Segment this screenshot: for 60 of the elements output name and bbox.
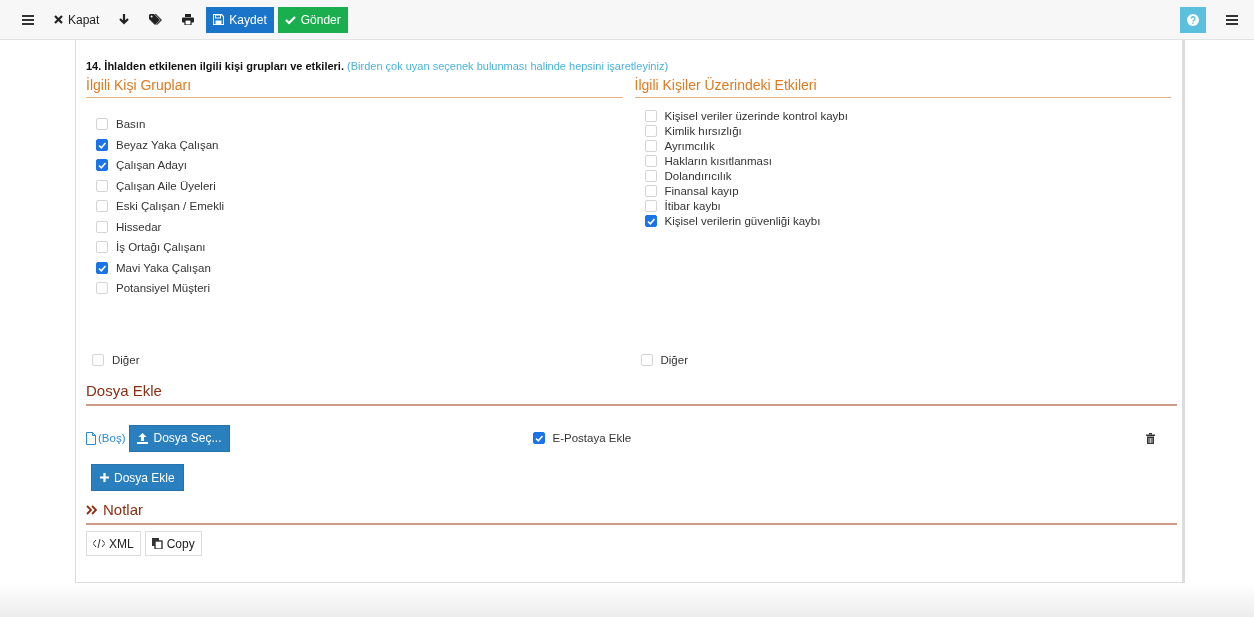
column-heading: İlgili Kişiler Üzerindeki Etkileri — [634, 72, 1171, 98]
menu-icon — [1226, 14, 1238, 25]
checkbox[interactable] — [96, 261, 108, 274]
file-link[interactable]: (Boş) — [86, 431, 126, 445]
check-icon — [97, 160, 107, 170]
double-chevron-icon — [86, 504, 97, 515]
checkbox[interactable] — [96, 138, 108, 151]
option-label: İş Ortağı Çalışanı — [116, 241, 206, 253]
option-label: Finansal kayıp — [664, 185, 739, 197]
printer-icon — [182, 14, 195, 25]
question-hint: (Birden çok uyan seçenek bulunması halinde hepsini işaretleyiniz) — [347, 60, 669, 72]
check-icon — [533, 433, 544, 443]
option-label: Diğer — [660, 354, 688, 366]
close-icon — [54, 15, 63, 24]
option-label: Çalışan Adayı — [116, 159, 187, 171]
close-button[interactable]: Kapat — [46, 6, 108, 33]
checkbox[interactable] — [644, 215, 657, 227]
column-heading: İlgili Kişi Grupları — [86, 72, 623, 98]
send-button[interactable]: Gönder — [277, 6, 348, 33]
option-label: Eski Çalışan / Emekli — [116, 200, 224, 212]
choose-file-button[interactable]: Dosya Seç... — [129, 424, 230, 452]
save-button[interactable]: Kaydet — [206, 6, 274, 33]
checkbox[interactable] — [532, 432, 545, 444]
section-heading: Dosya Ekle — [86, 366, 1177, 406]
option-label: Çalışan Aile Üyeleri — [116, 179, 216, 192]
copy-button[interactable]: Copy — [144, 531, 202, 556]
help-button[interactable] — [1180, 6, 1206, 33]
check-icon — [645, 216, 656, 226]
add-file-button[interactable]: Dosya Ekle — [91, 464, 184, 491]
menu-icon — [22, 14, 34, 25]
down-arrow-icon — [119, 14, 130, 25]
option-label: E-Postaya Ekle — [552, 432, 632, 444]
option-label: Diğer — [112, 354, 140, 366]
check-icon — [284, 14, 296, 25]
upload-icon — [137, 432, 149, 444]
option-label: Ayrımcılık — [664, 140, 715, 152]
tags-icon — [149, 14, 163, 25]
question-title: 14. İhlalden etkilenen ilgili kişi grupları ve etkileri. — [86, 60, 344, 72]
trash-icon — [1146, 432, 1155, 444]
option-label: İtibar kaybı — [664, 200, 721, 212]
option-label: Kişisel veriler üzerinde kontrol kaybı — [664, 110, 848, 122]
help-icon — [1187, 13, 1199, 26]
option-label: Kimlik hırsızlığı — [664, 125, 742, 137]
section-heading[interactable]: Notlar — [86, 491, 1177, 525]
code-icon — [93, 539, 105, 548]
option-label: Hissedar — [116, 220, 162, 233]
option-label: Potansiyel Müşteri — [116, 282, 210, 294]
option-label: Mavi Yaka Çalışan — [116, 261, 211, 274]
save-icon — [213, 14, 225, 25]
xml-button[interactable]: XML — [86, 531, 141, 556]
option-label: Kişisel verilerin güvenliği kaybı — [664, 215, 821, 227]
file-icon — [86, 431, 96, 445]
option-label: Basın — [116, 118, 146, 130]
copy-icon — [151, 538, 163, 549]
checkbox[interactable] — [96, 159, 108, 171]
option-label: Hakların kısıtlanması — [664, 155, 772, 167]
plus-icon — [100, 473, 109, 482]
option-label: Dolandırıcılık — [664, 170, 732, 182]
delete-button[interactable] — [1146, 432, 1155, 444]
option-label: Beyaz Yaka Çalışan — [116, 138, 219, 151]
